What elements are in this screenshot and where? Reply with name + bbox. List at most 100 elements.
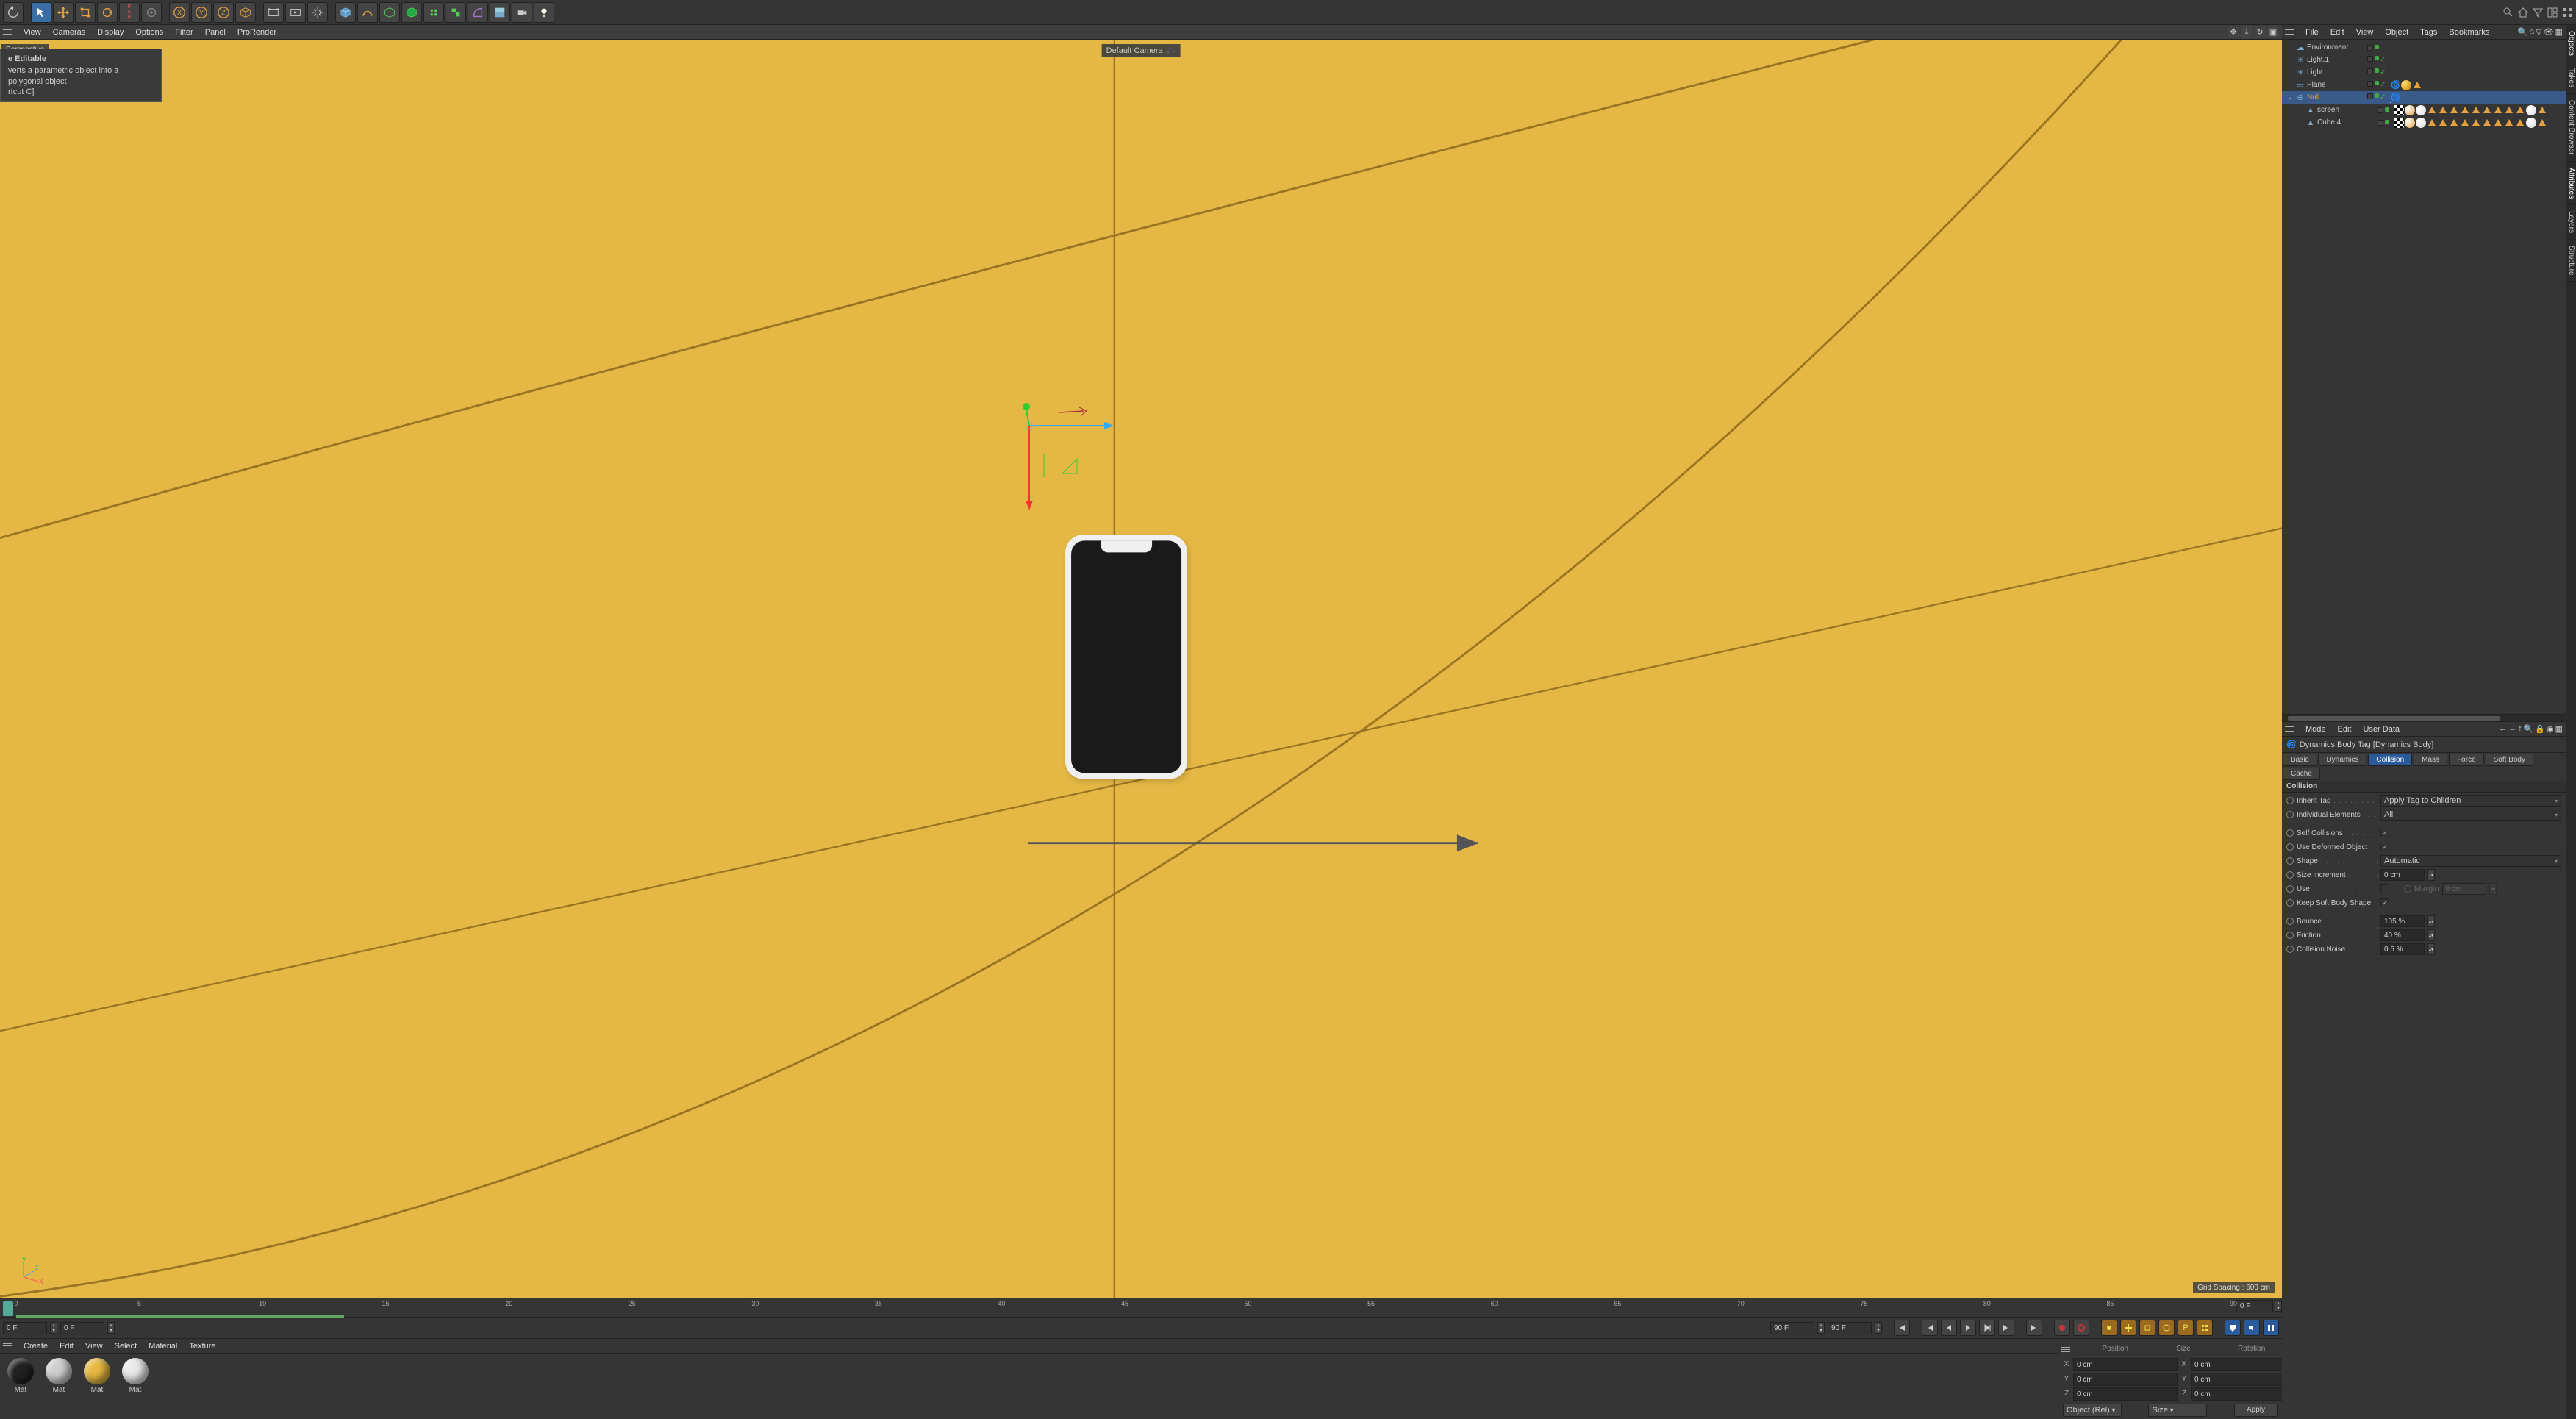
radio[interactable] xyxy=(2286,918,2294,925)
goto-end-button[interactable] xyxy=(2026,1320,2042,1336)
add-array[interactable] xyxy=(423,2,444,23)
render-settings[interactable] xyxy=(307,2,328,23)
frame-current-field[interactable] xyxy=(3,1322,47,1334)
key-param-button[interactable]: P xyxy=(2178,1320,2194,1336)
tag-icon[interactable] xyxy=(2515,105,2525,115)
bounce-input[interactable] xyxy=(2380,915,2425,927)
scale-tool[interactable] xyxy=(75,2,96,23)
menu-mode[interactable]: Mode xyxy=(2300,723,2332,735)
tag-icon[interactable] xyxy=(2438,105,2448,115)
coord-input-pos[interactable] xyxy=(2073,1373,2178,1386)
use-deformed-checkbox[interactable]: ✓ xyxy=(2380,843,2389,851)
tag-icon[interactable] xyxy=(2493,105,2503,115)
material-item[interactable]: Mat xyxy=(81,1358,113,1394)
hamburger-icon[interactable] xyxy=(2061,1344,2072,1354)
tag-icon[interactable] xyxy=(2515,118,2525,128)
add-generator[interactable] xyxy=(379,2,400,23)
tab-collision[interactable]: Collision xyxy=(2368,754,2412,766)
menu-prorender[interactable]: ProRender xyxy=(232,26,282,38)
add-environment[interactable] xyxy=(490,2,510,23)
add-deformer[interactable] xyxy=(468,2,488,23)
menu-view[interactable]: View xyxy=(2350,26,2380,38)
menu-cameras[interactable]: Cameras xyxy=(47,26,92,38)
layout-icon[interactable] xyxy=(2547,7,2558,18)
tree-row-light-1[interactable]: ☀Light.1✓ xyxy=(2282,54,2566,66)
add-light[interactable] xyxy=(534,2,554,23)
tag-icon[interactable] xyxy=(2493,118,2503,128)
add-spline[interactable] xyxy=(357,2,378,23)
live-select-tool[interactable] xyxy=(31,2,51,23)
tag-icon[interactable] xyxy=(2438,118,2448,128)
hamburger-icon[interactable] xyxy=(2285,27,2295,37)
radio[interactable] xyxy=(2286,932,2294,939)
rotate-tool[interactable] xyxy=(97,2,118,23)
add-cube[interactable] xyxy=(335,2,356,23)
psr-tool[interactable]: PSR xyxy=(119,2,140,23)
menu-user-data[interactable]: User Data xyxy=(2358,723,2406,735)
side-tab-takes[interactable]: Takes xyxy=(2566,62,2576,94)
side-tab-attributes[interactable]: Attributes xyxy=(2566,162,2576,205)
menu-tags[interactable]: Tags xyxy=(2414,26,2443,38)
filter-icon[interactable] xyxy=(2532,7,2544,18)
radio[interactable] xyxy=(2286,811,2294,818)
menu-texture[interactable]: Texture xyxy=(183,1340,221,1352)
tag-icon[interactable] xyxy=(2416,105,2426,115)
eye-icon[interactable]: 👁 xyxy=(2544,27,2554,37)
collision-noise-input[interactable] xyxy=(2380,943,2425,955)
tag-icon[interactable] xyxy=(2449,118,2459,128)
menu-object[interactable]: Object xyxy=(2379,26,2414,38)
tag-icon[interactable] xyxy=(2537,105,2547,115)
timeline-dopesheet-button[interactable] xyxy=(2263,1320,2279,1336)
coord-input-size[interactable] xyxy=(2191,1387,2295,1401)
menu-edit[interactable]: Edit xyxy=(2325,26,2350,38)
key-rotation-button[interactable] xyxy=(2158,1320,2175,1336)
tag-dynamics[interactable]: 🌀 xyxy=(2390,80,2400,90)
size-increment-input[interactable] xyxy=(2380,869,2425,881)
radio[interactable] xyxy=(2286,946,2294,953)
y-axis-lock[interactable]: Y xyxy=(191,2,212,23)
tab-force[interactable]: Force xyxy=(2449,754,2484,766)
tag-icon[interactable] xyxy=(2526,105,2536,115)
autokey-button[interactable] xyxy=(2073,1320,2089,1336)
search-icon[interactable]: 🔍 xyxy=(2524,724,2534,734)
hamburger-icon[interactable] xyxy=(2285,724,2295,734)
tab-basic[interactable]: Basic xyxy=(2283,754,2316,766)
frame-end-field-left[interactable] xyxy=(1770,1322,1814,1334)
radio[interactable] xyxy=(2286,843,2294,851)
radio[interactable] xyxy=(2286,857,2294,865)
use-margin-checkbox[interactable] xyxy=(2380,884,2389,893)
timeline-sound-button[interactable] xyxy=(2244,1320,2260,1336)
prev-frame-button[interactable] xyxy=(1941,1320,1957,1336)
radio[interactable] xyxy=(2286,899,2294,907)
tag-icon[interactable] xyxy=(2482,118,2492,128)
tag-phong[interactable] xyxy=(2412,80,2422,90)
side-tab-layers[interactable]: Layers xyxy=(2566,205,2576,240)
shape-dropdown[interactable]: Automatic xyxy=(2380,855,2561,867)
tag-icon[interactable] xyxy=(2416,118,2426,128)
spinner[interactable]: ▴▾ xyxy=(50,1322,57,1334)
lock-icon[interactable]: 🔒 xyxy=(2535,724,2545,734)
tree-row-environment[interactable]: ☁Environment xyxy=(2282,41,2566,54)
new-icon[interactable]: ◉ xyxy=(2547,724,2554,734)
frame-start-field[interactable] xyxy=(60,1322,104,1334)
key-scale-button[interactable] xyxy=(2139,1320,2155,1336)
timeline-right-field[interactable] xyxy=(2236,1300,2273,1312)
search-icon[interactable] xyxy=(2502,7,2514,18)
spinner[interactable]: ▴▾ xyxy=(2427,929,2435,941)
tree-row-null[interactable]: -⊕Null✓🌀 xyxy=(2282,91,2566,104)
tag-icon[interactable] xyxy=(2394,118,2404,128)
coord-input-pos[interactable] xyxy=(2073,1358,2178,1371)
menu-select[interactable]: Select xyxy=(109,1340,143,1352)
record-button[interactable] xyxy=(2054,1320,2070,1336)
tab-mass[interactable]: Mass xyxy=(2414,754,2447,766)
side-tab-structure[interactable]: Structure xyxy=(2566,240,2576,282)
spinner[interactable]: ▴▾ xyxy=(1875,1322,1882,1334)
hamburger-icon[interactable] xyxy=(3,27,13,37)
timeline-marker-button[interactable] xyxy=(2225,1320,2241,1336)
spinner[interactable]: ▴▾ xyxy=(2427,915,2435,927)
tree-row-light[interactable]: ☀Light✓ xyxy=(2282,66,2566,79)
tag-icon[interactable] xyxy=(2504,118,2514,128)
tree-row-plane[interactable]: ▭Plane✓🌀 xyxy=(2282,79,2566,91)
goto-prev-key-button[interactable] xyxy=(1922,1320,1938,1336)
radio[interactable] xyxy=(2286,829,2294,837)
